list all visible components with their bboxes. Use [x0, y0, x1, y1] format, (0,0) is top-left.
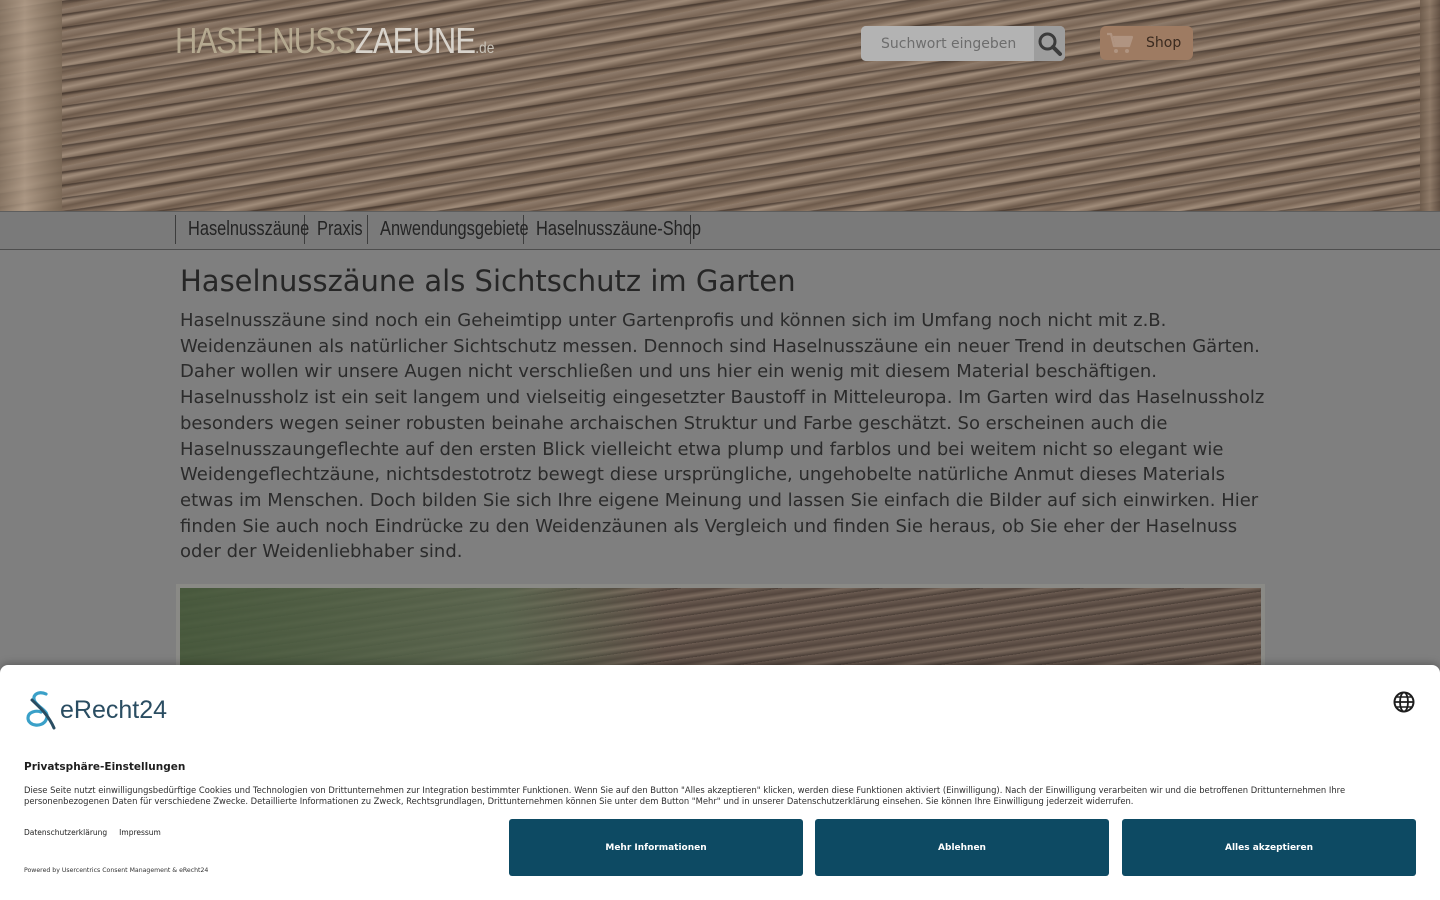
brand-name: eRecht24: [60, 695, 168, 724]
search-input[interactable]: [861, 26, 1033, 61]
intro-paragraph: Haselnusszäune sind noch ein Geheimtipp …: [180, 310, 1265, 563]
nav-item-haselnusszaeune[interactable]: Haselnusszäune: [175, 215, 309, 244]
nav-item-praxis[interactable]: Praxis: [304, 215, 367, 244]
shop-button[interactable]: Shop: [1100, 26, 1193, 60]
nav-label: Haselnusszäune-Shop: [536, 218, 702, 240]
logo-part2: ZAEUNE: [354, 20, 476, 61]
powered-by-text: Powered by Usercentrics Consent Manageme…: [24, 867, 209, 874]
page-title: Haselnusszäune als Sichtschutz im Garten: [180, 264, 796, 298]
nav-item-shop[interactable]: Haselnusszäune-Shop: [523, 215, 701, 244]
fence-photo-image: [180, 588, 1261, 670]
language-globe-icon[interactable]: [1393, 691, 1415, 713]
site-header: HASELNUSSZAEUNE.de Shop: [0, 0, 1440, 211]
main-navigation: Haselnusszäune Praxis Anwendungsgebiete …: [0, 211, 1440, 250]
nav-label: Haselnusszäune: [188, 218, 310, 240]
privacy-policy-link[interactable]: Datenschutzerklärung: [24, 828, 107, 837]
shop-label: Shop: [1146, 35, 1182, 51]
nav-label: Praxis: [317, 218, 363, 240]
article: Haselnusszäune als Sichtschutz im Garten…: [180, 263, 1265, 565]
logo-tld: .de: [475, 40, 495, 57]
imprint-link[interactable]: Impressum: [119, 828, 161, 837]
logo-part1: HASELNUSS: [175, 20, 356, 61]
cart-icon: [1107, 32, 1134, 53]
fence-post-left: [0, 0, 62, 211]
accept-all-button[interactable]: Alles akzeptieren: [1122, 819, 1416, 876]
consent-title: Privatsphäre-Einstellungen: [24, 761, 186, 773]
consent-links: Datenschutzerklärung Impressum: [24, 828, 161, 837]
consent-description: Diese Seite nutzt einwilligungsbedürftig…: [24, 785, 1346, 806]
fence-photo: [176, 584, 1265, 674]
nav-item-anwendungsgebiete[interactable]: Anwendungsgebiete: [367, 215, 529, 244]
search-icon: [1038, 32, 1062, 56]
search-button[interactable]: [1034, 26, 1065, 61]
nav-label: Anwendungsgebiete: [380, 218, 529, 240]
fence-post-right: [1420, 0, 1440, 211]
more-information-button[interactable]: Mehr Informationen: [509, 819, 803, 876]
site-logo[interactable]: HASELNUSSZAEUNE.de: [175, 20, 495, 61]
deny-button[interactable]: Ablehnen: [815, 819, 1109, 876]
cookie-consent-banner: eRecht24 Privatsphäre-Einstellungen Dies…: [0, 665, 1440, 900]
erecht24-mark-icon: [26, 691, 56, 730]
erecht24-logo: eRecht24: [24, 690, 167, 730]
